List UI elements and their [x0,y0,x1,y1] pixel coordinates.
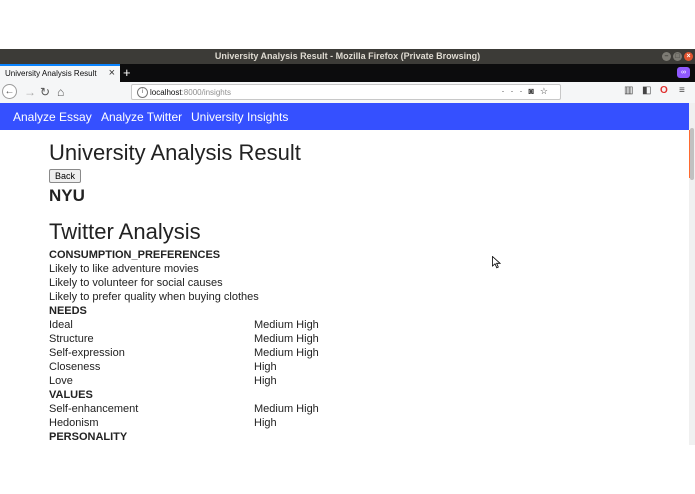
needs-name: Ideal [49,319,73,331]
back-arrow-icon[interactable]: ← [2,84,17,99]
nav-link-analyze-twitter[interactable]: Analyze Twitter [101,110,182,124]
window-close-icon[interactable]: × [684,52,693,61]
tab-close-icon[interactable]: × [109,67,115,79]
scrollbar-thumb[interactable] [690,128,694,180]
needs-row: Closeness High [49,361,277,373]
consumption-item: Likely to like adventure movies [49,263,199,275]
url-text: localhost:8000/insights [150,88,231,97]
desktop-background-bottom [0,445,695,494]
values-row: Hedonism High [49,417,277,429]
maximize-icon[interactable]: □ [673,52,682,61]
needs-name: Self-expression [49,347,125,359]
consumption-heading: CONSUMPTION_PREFERENCES [49,249,221,261]
window-title: University Analysis Result - Mozilla Fir… [214,51,481,61]
page-actions-icons: ···◙☆ [501,86,554,97]
tab-strip: University Analysis Result × + ∞ [0,64,695,82]
values-value: High [254,417,277,429]
url-host: localhost [150,88,182,97]
extension-icon[interactable]: O [660,85,668,96]
university-name: NYU [49,186,85,205]
forward-arrow-icon[interactable]: → [24,84,36,100]
minimize-icon[interactable]: – [662,52,671,61]
needs-value: Medium High [254,333,319,345]
app-navbar: Analyze Essay Analyze Twitter University… [0,103,689,130]
library-icon[interactable]: ▥ [624,85,633,96]
values-name: Hedonism [49,417,99,429]
needs-row: Self-expression Medium High [49,347,319,359]
consumption-item: Likely to volunteer for social causes [49,277,223,289]
section-title: Twitter Analysis [49,219,201,244]
needs-value: Medium High [254,347,319,359]
private-browsing-icon: ∞ [677,67,690,78]
values-heading: VALUES [49,389,93,401]
values-name: Self-enhancement [49,403,139,415]
needs-row: Ideal Medium High [49,319,319,331]
window-titlebar: University Analysis Result - Mozilla Fir… [0,49,695,64]
desktop-background-top [0,0,695,49]
page-actions-menu-icon[interactable]: ··· [501,86,528,96]
consumption-item: Likely to prefer quality when buying clo… [49,291,259,303]
needs-name: Structure [49,333,94,345]
personality-heading: PERSONALITY [49,431,128,443]
nav-link-university-insights[interactable]: University Insights [191,110,288,124]
needs-heading: NEEDS [49,305,87,317]
navigation-toolbar: ← → ↻ ⌂ i localhost:8000/insights ···◙☆ … [0,82,695,104]
needs-value: Medium High [254,319,319,331]
tab-label: University Analysis Result [5,69,97,78]
new-tab-icon[interactable]: + [123,65,131,80]
needs-value: High [254,375,277,387]
pocket-icon[interactable]: ◙ [528,86,539,96]
values-row: Self-enhancement Medium High [49,403,319,415]
needs-name: Closeness [49,361,101,373]
home-icon[interactable]: ⌂ [57,84,64,100]
page-title: University Analysis Result [49,140,301,165]
needs-row: Structure Medium High [49,333,319,345]
url-bar[interactable]: i localhost:8000/insights ···◙☆ [131,84,561,100]
bookmark-star-icon[interactable]: ☆ [540,86,554,96]
sidebar-icon[interactable]: ◧ [642,85,651,96]
needs-row: Love High [49,375,277,387]
hamburger-menu-icon[interactable]: ≡ [679,85,685,96]
site-info-icon[interactable]: i [137,87,148,98]
tab-university-analysis[interactable]: University Analysis Result × [0,64,120,82]
page-scrollbar[interactable] [689,103,695,445]
url-path: :8000/insights [181,88,231,97]
needs-value: High [254,361,277,373]
values-value: Medium High [254,403,319,415]
needs-name: Love [49,375,73,387]
reload-icon[interactable]: ↻ [40,84,50,100]
back-button[interactable]: Back [49,169,82,183]
nav-link-analyze-essay[interactable]: Analyze Essay [13,110,92,124]
